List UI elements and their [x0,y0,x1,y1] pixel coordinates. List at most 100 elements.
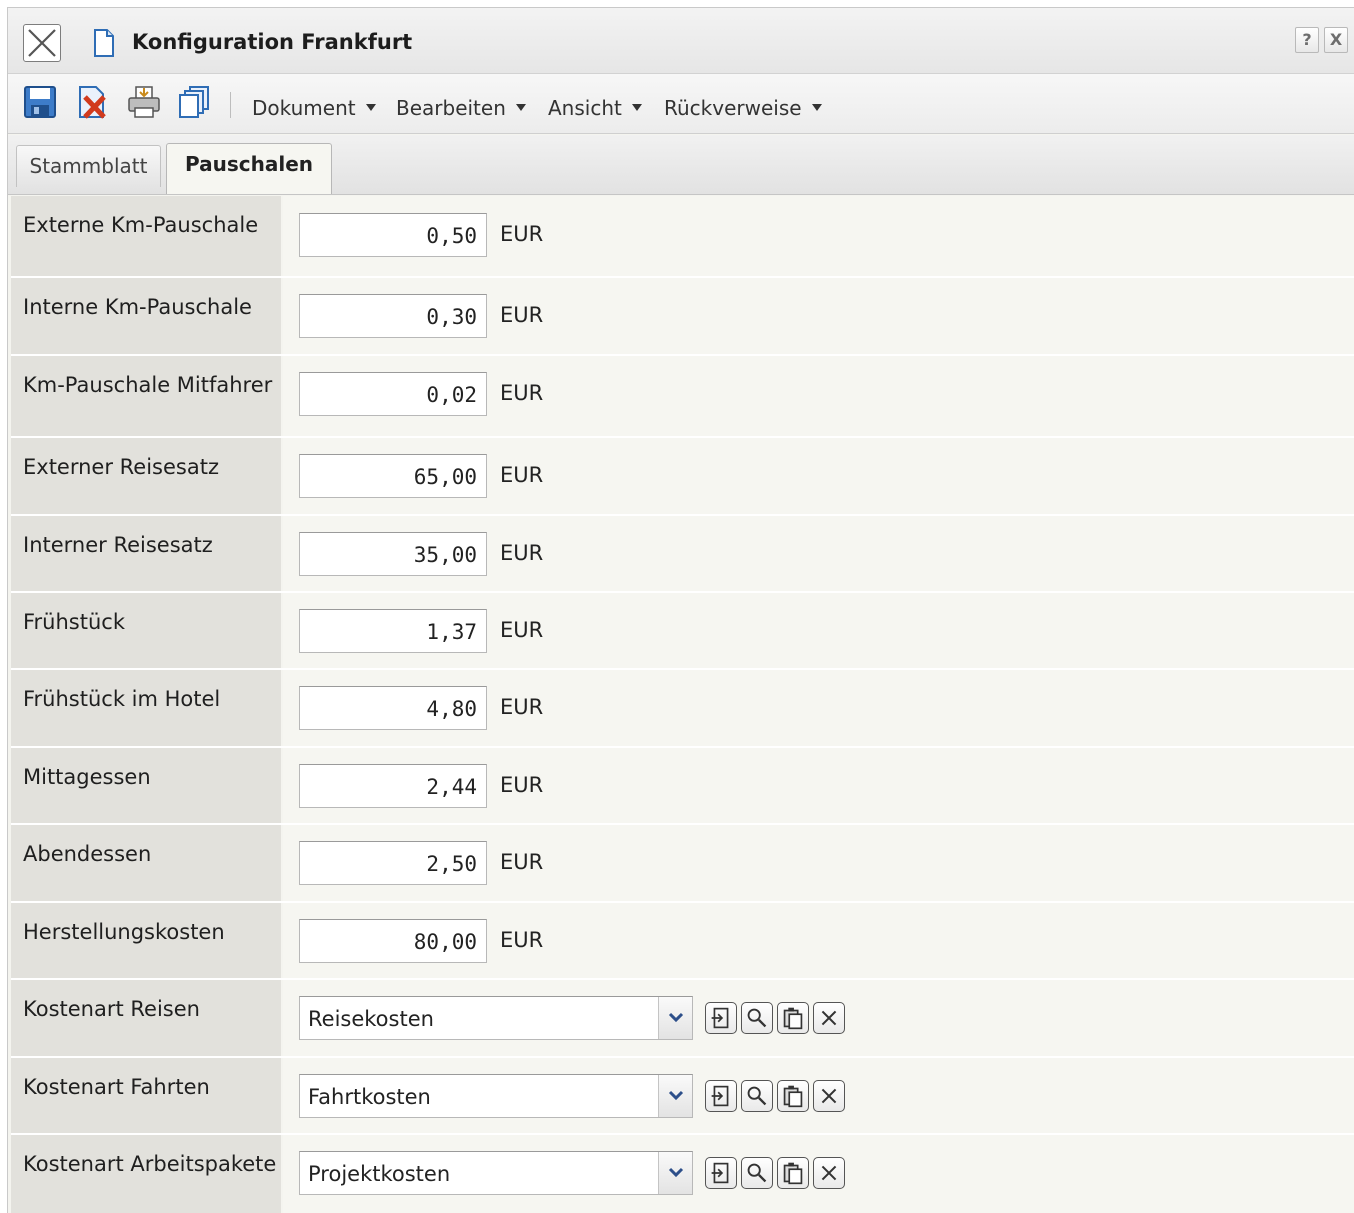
herstellungskosten-input[interactable]: 80,00 [299,919,487,963]
label-cell: Herstellungskosten [11,903,281,978]
window-close-button[interactable]: X [1324,27,1348,53]
label-cell: Kostenart Reisen [11,980,281,1056]
open-reference-icon[interactable] [705,1157,737,1189]
label-cell: Kostenart Arbeitspakete [11,1135,281,1213]
unit-label: EUR [500,463,544,487]
field-label: Kostenart Fahrten [23,1075,210,1099]
dropdown-button[interactable] [658,997,692,1039]
search-icon[interactable] [741,1080,773,1112]
field-label: Kostenart Arbeitspakete [23,1152,277,1176]
toolbar-separator [230,92,231,118]
form-row: Externer Reisesatz 65,00 EUR [11,438,1354,516]
select-value: Reisekosten [308,1007,434,1031]
label-cell: Kostenart Fahrten [11,1058,281,1133]
unit-label: EUR [500,303,544,327]
chevron-down-icon [668,1012,684,1023]
menu-dokument[interactable]: Dokument [252,96,376,120]
value-cell: 80,00 EUR [283,903,1354,978]
paste-icon[interactable] [777,1080,809,1112]
delete-document-icon[interactable] [74,84,110,120]
unit-label: EUR [500,222,544,246]
window-title: Konfiguration Frankfurt [132,30,413,54]
pauschalen-form: Externe Km-Pauschale 0,50 EUR Interne Km… [11,196,1354,1213]
kostenart-fahrten-select[interactable]: Fahrtkosten [299,1074,693,1118]
menu-label: Bearbeiten [396,96,506,120]
kostenart-reisen-select[interactable]: Reisekosten [299,996,693,1040]
interne-km-pauschale-input[interactable]: 0,30 [299,294,487,338]
help-button[interactable]: ? [1295,27,1319,53]
save-icon[interactable] [22,84,58,120]
field-label: Abendessen [23,842,152,866]
km-pauschale-mitfahrer-input[interactable]: 0,02 [299,372,487,416]
chevron-down-icon [668,1167,684,1178]
menu-label: Dokument [252,96,356,120]
open-reference-icon[interactable] [705,1002,737,1034]
externe-km-pauschale-input[interactable]: 0,50 [299,213,487,257]
label-cell: Km-Pauschale Mitfahrer [11,356,281,436]
value-cell: 2,44 EUR [283,748,1354,823]
value-cell: 0,30 EUR [283,278,1354,354]
field-label: Mittagessen [23,765,151,789]
search-icon[interactable] [741,1157,773,1189]
menu-label: Ansicht [548,96,622,120]
unit-label: EUR [500,773,544,797]
form-row: Km-Pauschale Mitfahrer 0,02 EUR [11,356,1354,438]
fruehstueck-hotel-input[interactable]: 4,80 [299,686,487,730]
value-cell: 4,80 EUR [283,670,1354,746]
tab-stammblatt[interactable]: Stammblatt [16,145,161,187]
open-reference-icon[interactable] [705,1080,737,1112]
label-cell: Externer Reisesatz [11,438,281,514]
value-cell: 2,50 EUR [283,825,1354,901]
caret-down-icon [811,104,822,111]
field-label: Frühstück [23,610,125,634]
label-cell: Frühstück im Hotel [11,670,281,746]
caret-down-icon [365,104,376,111]
clear-icon[interactable] [813,1080,845,1112]
dropdown-button[interactable] [658,1152,692,1194]
form-row: Kostenart Arbeitspakete Projektkosten [11,1135,1354,1213]
value-cell: 0,02 EUR [283,356,1354,436]
clear-icon[interactable] [813,1002,845,1034]
close-document-button[interactable] [23,24,61,62]
form-row: Kostenart Reisen Reisekosten [11,980,1354,1058]
menu-label: Rückverweise [664,96,802,120]
search-icon[interactable] [741,1002,773,1034]
externer-reisesatz-input[interactable]: 65,00 [299,454,487,498]
copy-icon[interactable] [176,84,212,120]
toolbar: Dokument Bearbeiten Ansicht Rückverweise [8,74,1354,134]
menu-rueckverweise[interactable]: Rückverweise [664,96,822,120]
field-label: Herstellungskosten [23,920,225,944]
form-row: Externe Km-Pauschale 0,50 EUR [11,196,1354,278]
tab-pauschalen[interactable]: Pauschalen [166,143,332,194]
interner-reisesatz-input[interactable]: 35,00 [299,532,487,576]
label-cell: Externe Km-Pauschale [11,196,281,276]
tab-bar: Stammblatt Pauschalen [8,135,1354,195]
unit-label: EUR [500,928,544,952]
value-cell: 1,37 EUR [283,593,1354,668]
dropdown-button[interactable] [658,1075,692,1117]
kostenart-arbeitspakete-select[interactable]: Projektkosten [299,1151,693,1195]
form-row: Interne Km-Pauschale 0,30 EUR [11,278,1354,356]
print-icon[interactable] [126,84,162,120]
title-bar: Konfiguration Frankfurt ? X [8,8,1354,74]
fruehstueck-input[interactable]: 1,37 [299,609,487,653]
field-label: Externe Km-Pauschale [23,213,259,237]
clear-icon[interactable] [813,1157,845,1189]
label-cell: Mittagessen [11,748,281,823]
menu-ansicht[interactable]: Ansicht [548,96,642,120]
form-row: Frühstück 1,37 EUR [11,593,1354,670]
value-cell: Projektkosten [283,1135,1354,1213]
paste-icon[interactable] [777,1002,809,1034]
form-row: Herstellungskosten 80,00 EUR [11,903,1354,980]
field-label: Km-Pauschale Mitfahrer [23,373,273,397]
unit-label: EUR [500,618,544,642]
label-cell: Interner Reisesatz [11,516,281,591]
mittagessen-input[interactable]: 2,44 [299,764,487,808]
config-window: Konfiguration Frankfurt ? X Dokument Bea… [7,7,1354,1213]
form-row: Kostenart Fahrten Fahrtkosten [11,1058,1354,1135]
document-icon [94,29,114,57]
abendessen-input[interactable]: 2,50 [299,841,487,885]
menu-bearbeiten[interactable]: Bearbeiten [396,96,526,120]
unit-label: EUR [500,381,544,405]
paste-icon[interactable] [777,1157,809,1189]
